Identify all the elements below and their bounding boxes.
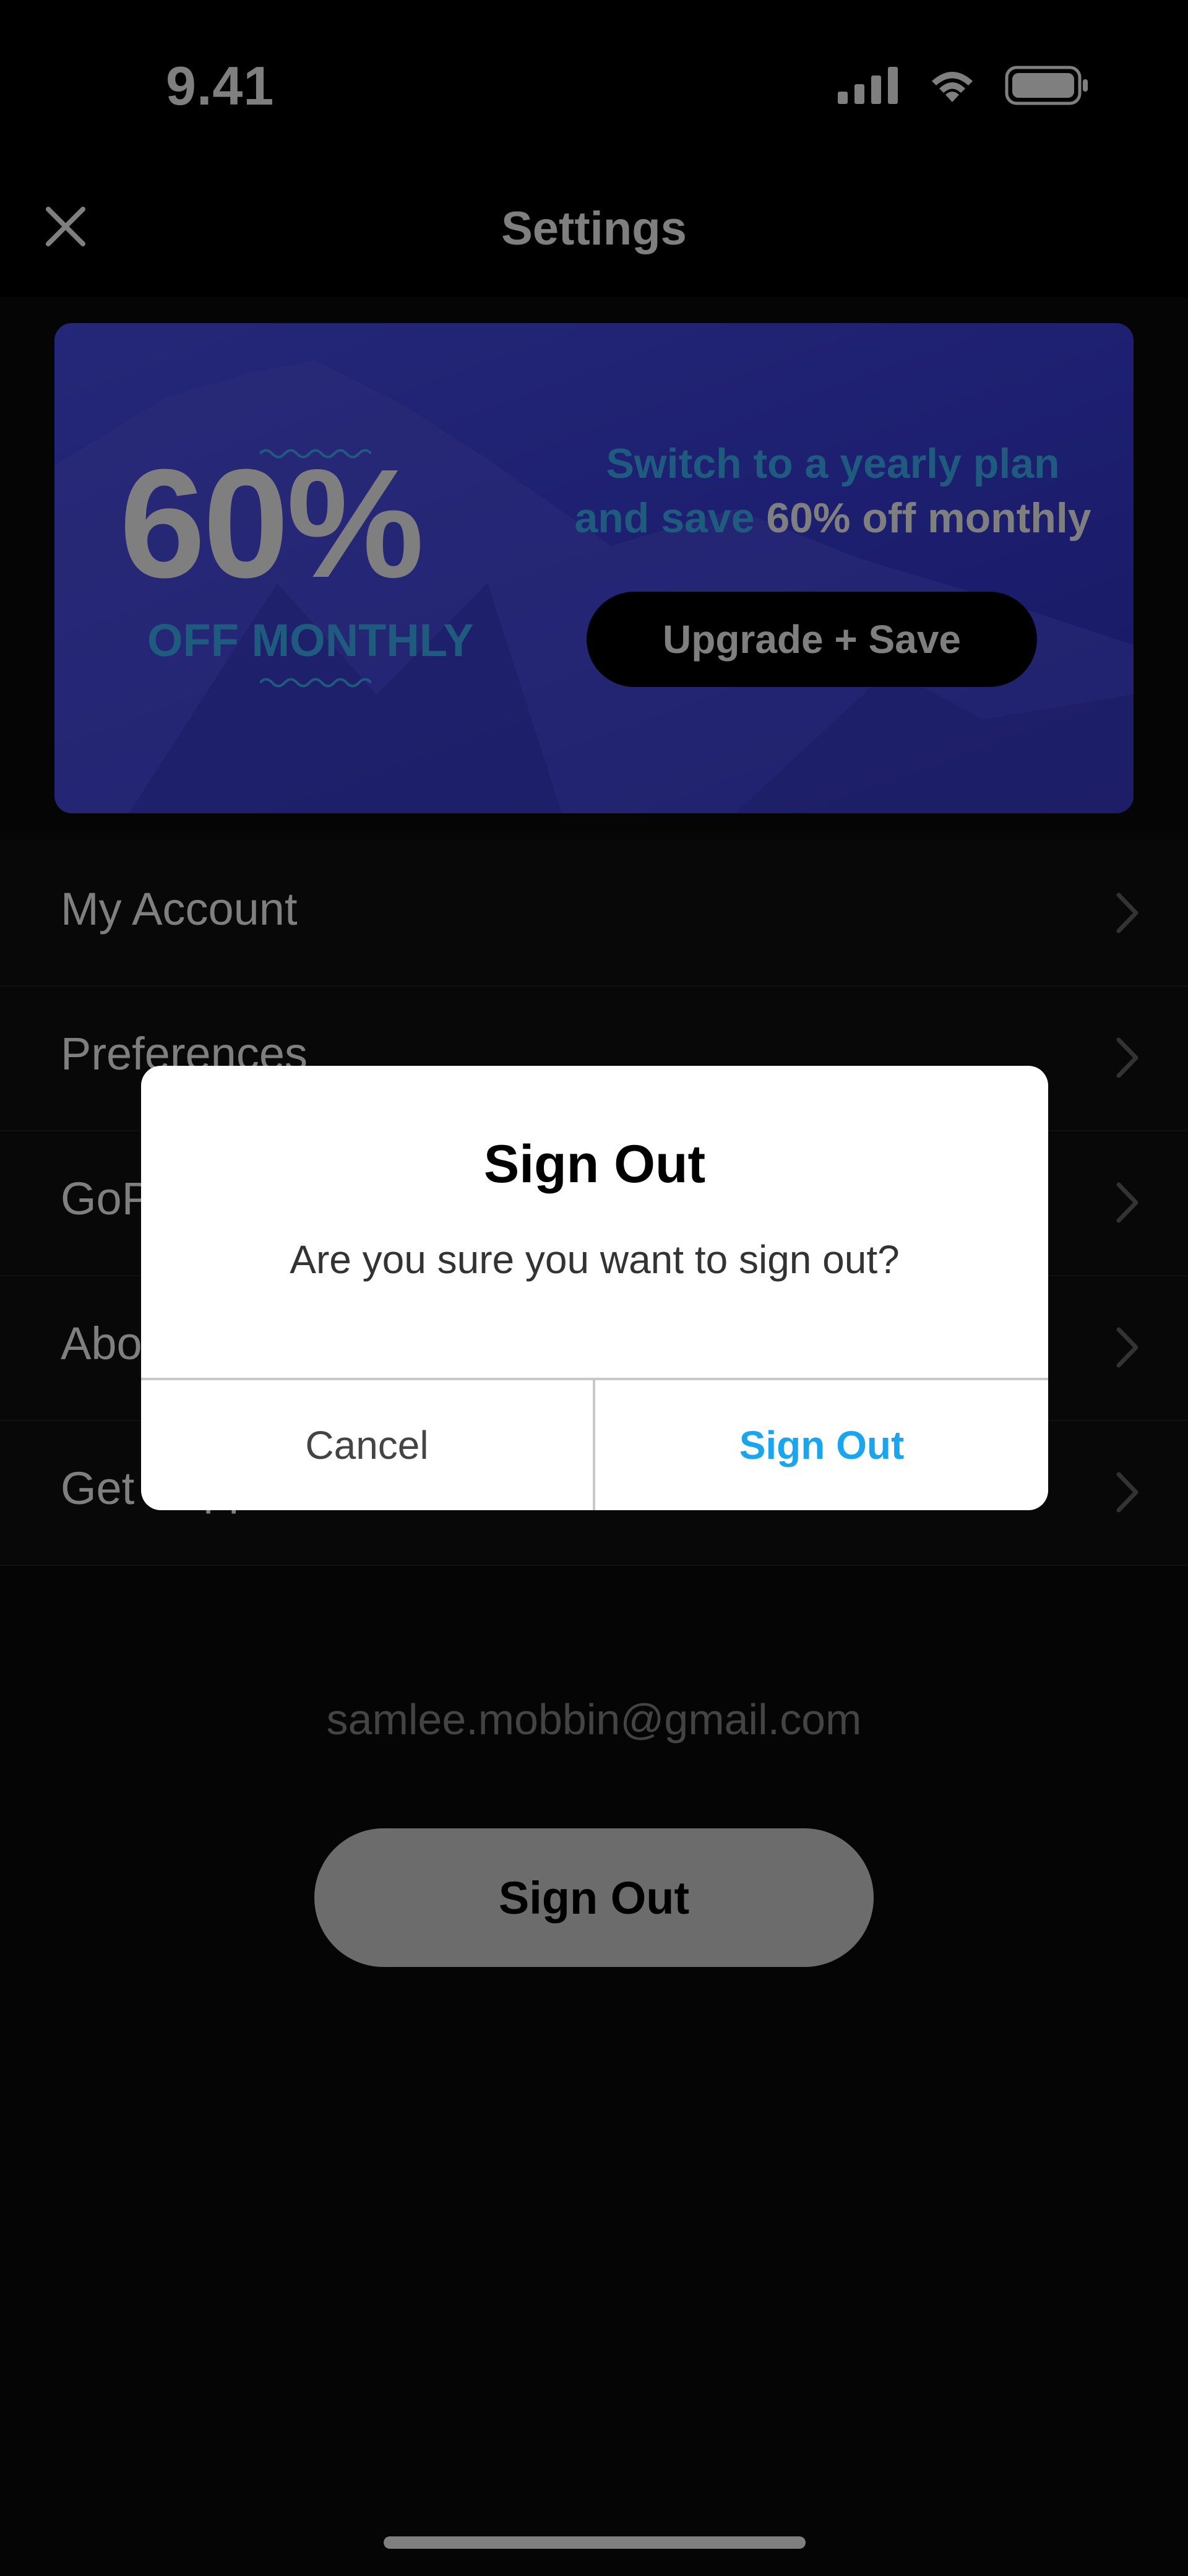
dialog-cancel-button[interactable]: Cancel: [141, 1380, 593, 1510]
dialog-title: Sign Out: [483, 1135, 706, 1194]
dialog-message: Are you sure you want to sign out?: [290, 1237, 900, 1282]
sign-out-dialog: Sign Out Are you sure you want to sign o…: [141, 1066, 1048, 1510]
dialog-sign-out-button[interactable]: Sign Out: [595, 1380, 1048, 1510]
